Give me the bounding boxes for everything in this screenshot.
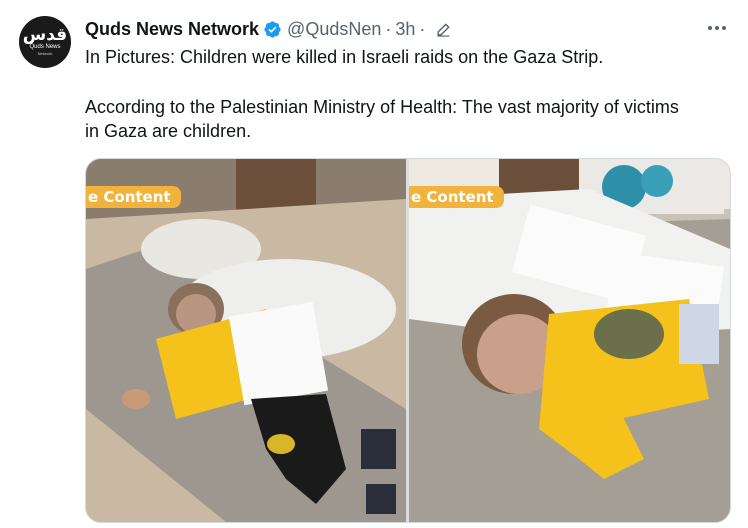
tweet-text-paragraph2: According to the Palestinian Ministry of… [85, 95, 735, 143]
handle[interactable]: @QudsNen [287, 19, 381, 40]
avatar-logo-subtitle-small: Network [37, 51, 53, 56]
content-badge: e Content [86, 186, 181, 208]
tweet-header: Quds News Network @QudsNen · 3h · [85, 17, 452, 41]
edit-icon[interactable] [435, 21, 452, 38]
photo-2-image [409, 159, 730, 522]
avatar-logo-subtitle: Quds News [29, 44, 61, 50]
separator-dot-2: · [419, 18, 426, 39]
avatar-logo-text: قدس [22, 25, 68, 45]
more-options-icon[interactable] [706, 20, 728, 36]
photo-2[interactable]: e Content [409, 159, 730, 522]
tweet-text-line1: In Pictures: Children were killed in Isr… [85, 47, 604, 67]
content-badge-2: e Content [409, 186, 504, 208]
tweet-text-line3: in Gaza are children. [85, 121, 252, 141]
separator-dot: · [385, 18, 392, 39]
avatar[interactable]: قدس Quds News Network [19, 16, 71, 68]
timestamp[interactable]: 3h [395, 19, 415, 40]
photo-1[interactable]: e Content [86, 159, 406, 522]
display-name[interactable]: Quds News Network [85, 19, 259, 40]
verified-badge-icon[interactable] [263, 20, 282, 39]
media-grid: e Content e Content [85, 158, 731, 523]
tweet-text-line2: According to the Palestinian Ministry of… [85, 97, 679, 117]
photo-1-image [86, 159, 406, 522]
